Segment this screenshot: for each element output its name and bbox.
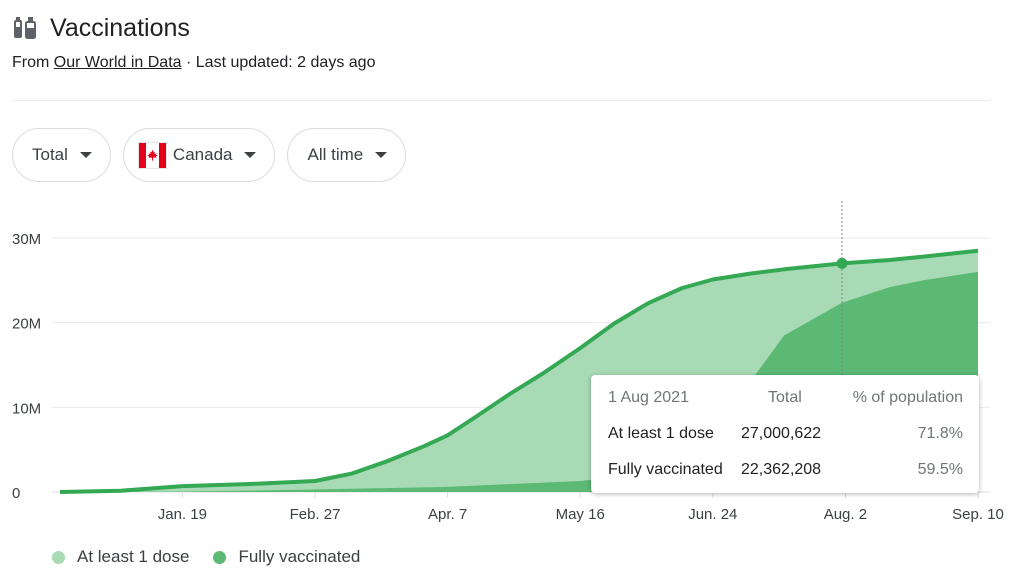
x-tick-label: May 16: [556, 506, 605, 523]
tooltip-date: 1 Aug 2021: [608, 389, 689, 406]
tooltip-pct-header: % of population: [852, 389, 963, 406]
y-tick-label: 0: [12, 485, 20, 502]
tooltip-row-pct: 71.8%: [917, 425, 963, 442]
chart-tooltip: 1 Aug 2021 Total % of population At leas…: [591, 375, 979, 493]
tooltip-row-pct: 59.5%: [917, 461, 963, 478]
legend-label: Fully vaccinated: [238, 547, 361, 566]
tooltip-row-total: 27,000,622: [741, 425, 822, 442]
tooltip-row-label: At least 1 dose: [608, 425, 714, 442]
time-range-dropdown-label: All time: [307, 145, 364, 164]
page-title: Vaccinations: [50, 13, 190, 42]
canada-flag-icon: [137, 141, 167, 169]
source-link[interactable]: Our World in Data: [54, 54, 182, 71]
x-tick-label: Sep. 10: [952, 506, 1004, 523]
y-tick-label: 30M: [12, 231, 41, 248]
y-tick-label: 20M: [12, 316, 41, 333]
x-tick-label: Apr. 7: [428, 506, 467, 523]
filter-chips: Total Canada All time: [12, 128, 418, 182]
legend-dot: [213, 550, 227, 564]
x-tick-label: Feb. 27: [290, 506, 341, 523]
tooltip-row-label: Fully vaccinated: [608, 461, 723, 478]
tooltip-total-header: Total: [768, 389, 802, 406]
last-updated-text: Last updated: 2 days ago: [195, 54, 376, 71]
header-divider: [12, 100, 990, 101]
card-header: Vaccinations: [12, 10, 190, 46]
source-line: From Our World in Data · Last updated: 2…: [12, 54, 375, 72]
time-range-dropdown[interactable]: All time: [287, 128, 407, 182]
country-dropdown[interactable]: Canada: [122, 128, 276, 182]
y-tick-label: 10M: [12, 400, 41, 417]
tooltip-row-total: 22,362,208: [741, 461, 822, 478]
x-tick-label: Aug. 2: [824, 506, 867, 523]
source-prefix: From: [12, 54, 50, 71]
dropdown-arrow-icon: [79, 152, 92, 158]
legend-item-fully-vaccinated[interactable]: Fully vaccinated: [213, 547, 360, 567]
hover-point: [836, 257, 848, 269]
syringe-vials-icon: [14, 17, 36, 39]
legend-item-at-least-one-dose[interactable]: At least 1 dose: [52, 547, 189, 567]
metric-dropdown-label: Total: [32, 145, 68, 164]
metric-dropdown[interactable]: Total: [12, 128, 111, 182]
x-tick-label: Jan. 19: [158, 506, 207, 523]
legend-label: At least 1 dose: [77, 547, 190, 566]
x-tick-label: Jun. 24: [688, 506, 737, 523]
dropdown-arrow-icon: [375, 152, 388, 158]
separator-dot: ·: [185, 54, 192, 71]
legend-dot: [52, 550, 65, 564]
dropdown-arrow-icon: [244, 152, 257, 158]
country-dropdown-label: Canada: [172, 145, 233, 164]
chart-legend: At least 1 dose Fully vaccinated: [52, 547, 384, 567]
